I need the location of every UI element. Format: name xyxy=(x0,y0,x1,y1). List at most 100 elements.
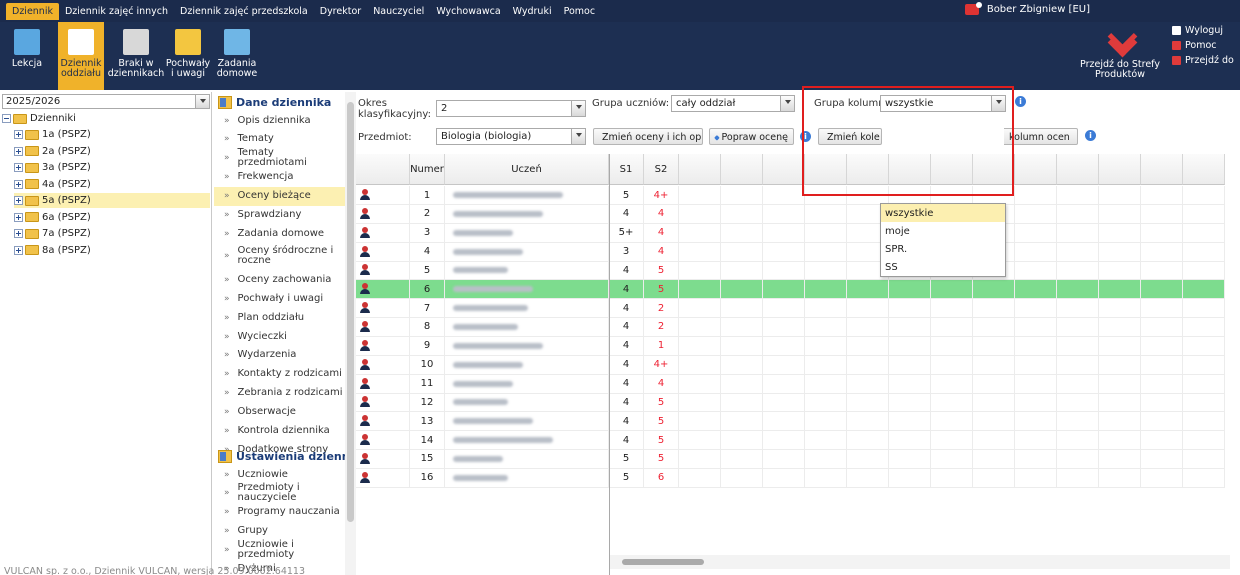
grade-empty-cell[interactable] xyxy=(1057,280,1099,300)
grade-empty-cell[interactable] xyxy=(1099,261,1141,281)
table-row[interactable]: 12 4 5 xyxy=(356,393,1240,413)
grade-empty-cell[interactable] xyxy=(763,355,805,375)
grade-empty-cell[interactable] xyxy=(1015,186,1057,205)
grade-empty-cell[interactable] xyxy=(679,186,721,205)
grade-empty-cell[interactable] xyxy=(973,468,1015,488)
grade-empty-cell[interactable] xyxy=(1015,412,1057,432)
toolbar-button-3[interactable]: Pochwały i uwagi xyxy=(166,22,210,90)
nav-item-9[interactable]: Pochwały i uwagi xyxy=(214,289,345,308)
grade-empty-cell[interactable] xyxy=(1183,431,1225,451)
grade-s1[interactable]: 5 xyxy=(609,449,644,469)
grade-empty-cell[interactable] xyxy=(1015,299,1057,319)
nav-item-1[interactable]: Tematy xyxy=(214,130,345,149)
nav-item-15[interactable]: Obserwacje xyxy=(214,403,345,422)
grade-empty-cell[interactable] xyxy=(847,468,889,488)
grade-s1[interactable]: 5 xyxy=(609,186,644,205)
toolbar-button-1[interactable]: Dziennik oddziału xyxy=(58,22,104,90)
dropdown-option-3[interactable]: SS xyxy=(881,258,1005,276)
student-name-blurred[interactable] xyxy=(445,355,609,375)
column-header-student[interactable]: Uczeń xyxy=(445,154,609,185)
grade-s1[interactable]: 4 xyxy=(609,317,644,337)
grade-empty-cell[interactable] xyxy=(763,317,805,337)
grade-empty-cell[interactable] xyxy=(931,393,973,413)
student-name-blurred[interactable] xyxy=(445,280,609,300)
menu-item-2[interactable]: Dziennik zajęć przedszkola xyxy=(174,3,314,20)
nav-item-10[interactable]: Plan oddziału xyxy=(214,308,345,327)
student-person-icon[interactable] xyxy=(360,226,370,239)
grade-empty-cell[interactable] xyxy=(721,468,763,488)
grade-empty-cell[interactable] xyxy=(931,449,973,469)
grade-s2[interactable]: 2 xyxy=(644,317,679,337)
grade-empty-cell[interactable] xyxy=(931,299,973,319)
grade-s1[interactable]: 4 xyxy=(609,393,644,413)
grade-empty-cell[interactable] xyxy=(763,280,805,300)
tree-class-item[interactable]: 1a (PSPZ) xyxy=(14,127,210,142)
school-year-select[interactable]: 2025/2026 xyxy=(2,94,210,109)
table-row[interactable]: 8 42 xyxy=(356,317,1240,337)
user-name[interactable]: Bober Zbigniew [EU] xyxy=(987,4,1090,15)
grade-empty-cell[interactable] xyxy=(889,449,931,469)
grade-empty-cell[interactable] xyxy=(1057,261,1099,281)
column-header-s2[interactable]: S2 xyxy=(644,154,679,185)
grade-empty-cell[interactable] xyxy=(1057,431,1099,451)
student-person-icon[interactable] xyxy=(360,471,370,484)
student-name-blurred[interactable] xyxy=(445,431,609,451)
grade-empty-cell[interactable] xyxy=(973,299,1015,319)
grade-empty-cell[interactable] xyxy=(763,468,805,488)
grade-empty-cell[interactable] xyxy=(1183,412,1225,432)
grade-empty-cell[interactable] xyxy=(721,223,763,243)
grade-empty-cell[interactable] xyxy=(1099,299,1141,319)
tree-class-item[interactable]: 6a (PSPZ) xyxy=(14,210,210,225)
grade-empty-cell[interactable] xyxy=(805,317,847,337)
table-row[interactable]: 10 4 4+ xyxy=(356,355,1240,375)
grade-empty-cell[interactable] xyxy=(931,374,973,394)
nav-item-7[interactable]: Oceny śródroczne i roczne xyxy=(214,243,345,269)
student-name-blurred[interactable] xyxy=(445,242,609,262)
tree-class-item[interactable]: 4a (PSPZ) xyxy=(14,177,210,192)
grade-empty-cell[interactable] xyxy=(1057,223,1099,243)
nav-settings-item-0[interactable]: Uczniowie xyxy=(214,465,345,484)
grade-empty-cell[interactable] xyxy=(1141,280,1183,300)
grade-empty-cell[interactable] xyxy=(889,299,931,319)
grade-empty-cell[interactable] xyxy=(1057,393,1099,413)
menu-item-6[interactable]: Wydruki xyxy=(507,3,558,20)
product-zone-link[interactable]: Przejdź do Strefy Produktów xyxy=(1076,22,1164,90)
grade-empty-cell[interactable] xyxy=(1099,355,1141,375)
grade-empty-cell[interactable] xyxy=(931,336,973,356)
grade-empty-cell[interactable] xyxy=(1099,468,1141,488)
nav-item-14[interactable]: Zebrania z rodzicami xyxy=(214,384,345,403)
grade-empty-cell[interactable] xyxy=(805,374,847,394)
grade-empty-cell[interactable] xyxy=(1099,317,1141,337)
grade-empty-cell[interactable] xyxy=(1183,317,1225,337)
grade-empty-cell[interactable] xyxy=(805,242,847,262)
grade-empty-cell[interactable] xyxy=(1141,449,1183,469)
grade-empty-cell[interactable] xyxy=(1015,317,1057,337)
grade-s1[interactable]: 4 xyxy=(609,374,644,394)
grade-empty-cell[interactable] xyxy=(721,317,763,337)
grade-empty-cell[interactable] xyxy=(679,449,721,469)
grade-empty-cell[interactable] xyxy=(1183,299,1225,319)
grade-empty-cell[interactable] xyxy=(763,261,805,281)
menu-item-0[interactable]: Dziennik xyxy=(6,3,59,20)
toolbar-button-4[interactable]: Zadania domowe xyxy=(214,22,260,90)
student-person-icon[interactable] xyxy=(360,264,370,276)
dropdown-option-0[interactable]: wszystkie xyxy=(881,204,1005,222)
student-name-blurred[interactable] xyxy=(445,468,609,488)
grade-empty-cell[interactable] xyxy=(721,299,763,319)
menu-item-7[interactable]: Pomoc xyxy=(558,3,602,20)
grade-empty-cell[interactable] xyxy=(973,449,1015,469)
grade-empty-cell[interactable] xyxy=(1015,261,1057,281)
grade-empty-cell[interactable] xyxy=(805,280,847,300)
student-name-blurred[interactable] xyxy=(445,393,609,413)
grade-empty-cell[interactable] xyxy=(679,204,721,224)
tree-class-item[interactable]: 3a (PSPZ) xyxy=(14,160,210,175)
grid-horizontal-scrollbar[interactable] xyxy=(610,555,1230,569)
nav-settings-item-1[interactable]: Przedmioty i nauczyciele xyxy=(214,483,345,503)
nav-item-11[interactable]: Wycieczki xyxy=(214,327,345,346)
grade-empty-cell[interactable] xyxy=(679,431,721,451)
column-header-icon[interactable] xyxy=(356,154,410,185)
grade-empty-cell[interactable] xyxy=(763,223,805,243)
chevron-down-icon[interactable] xyxy=(780,96,794,111)
grade-empty-cell[interactable] xyxy=(763,336,805,356)
expand-icon[interactable] xyxy=(14,212,23,222)
